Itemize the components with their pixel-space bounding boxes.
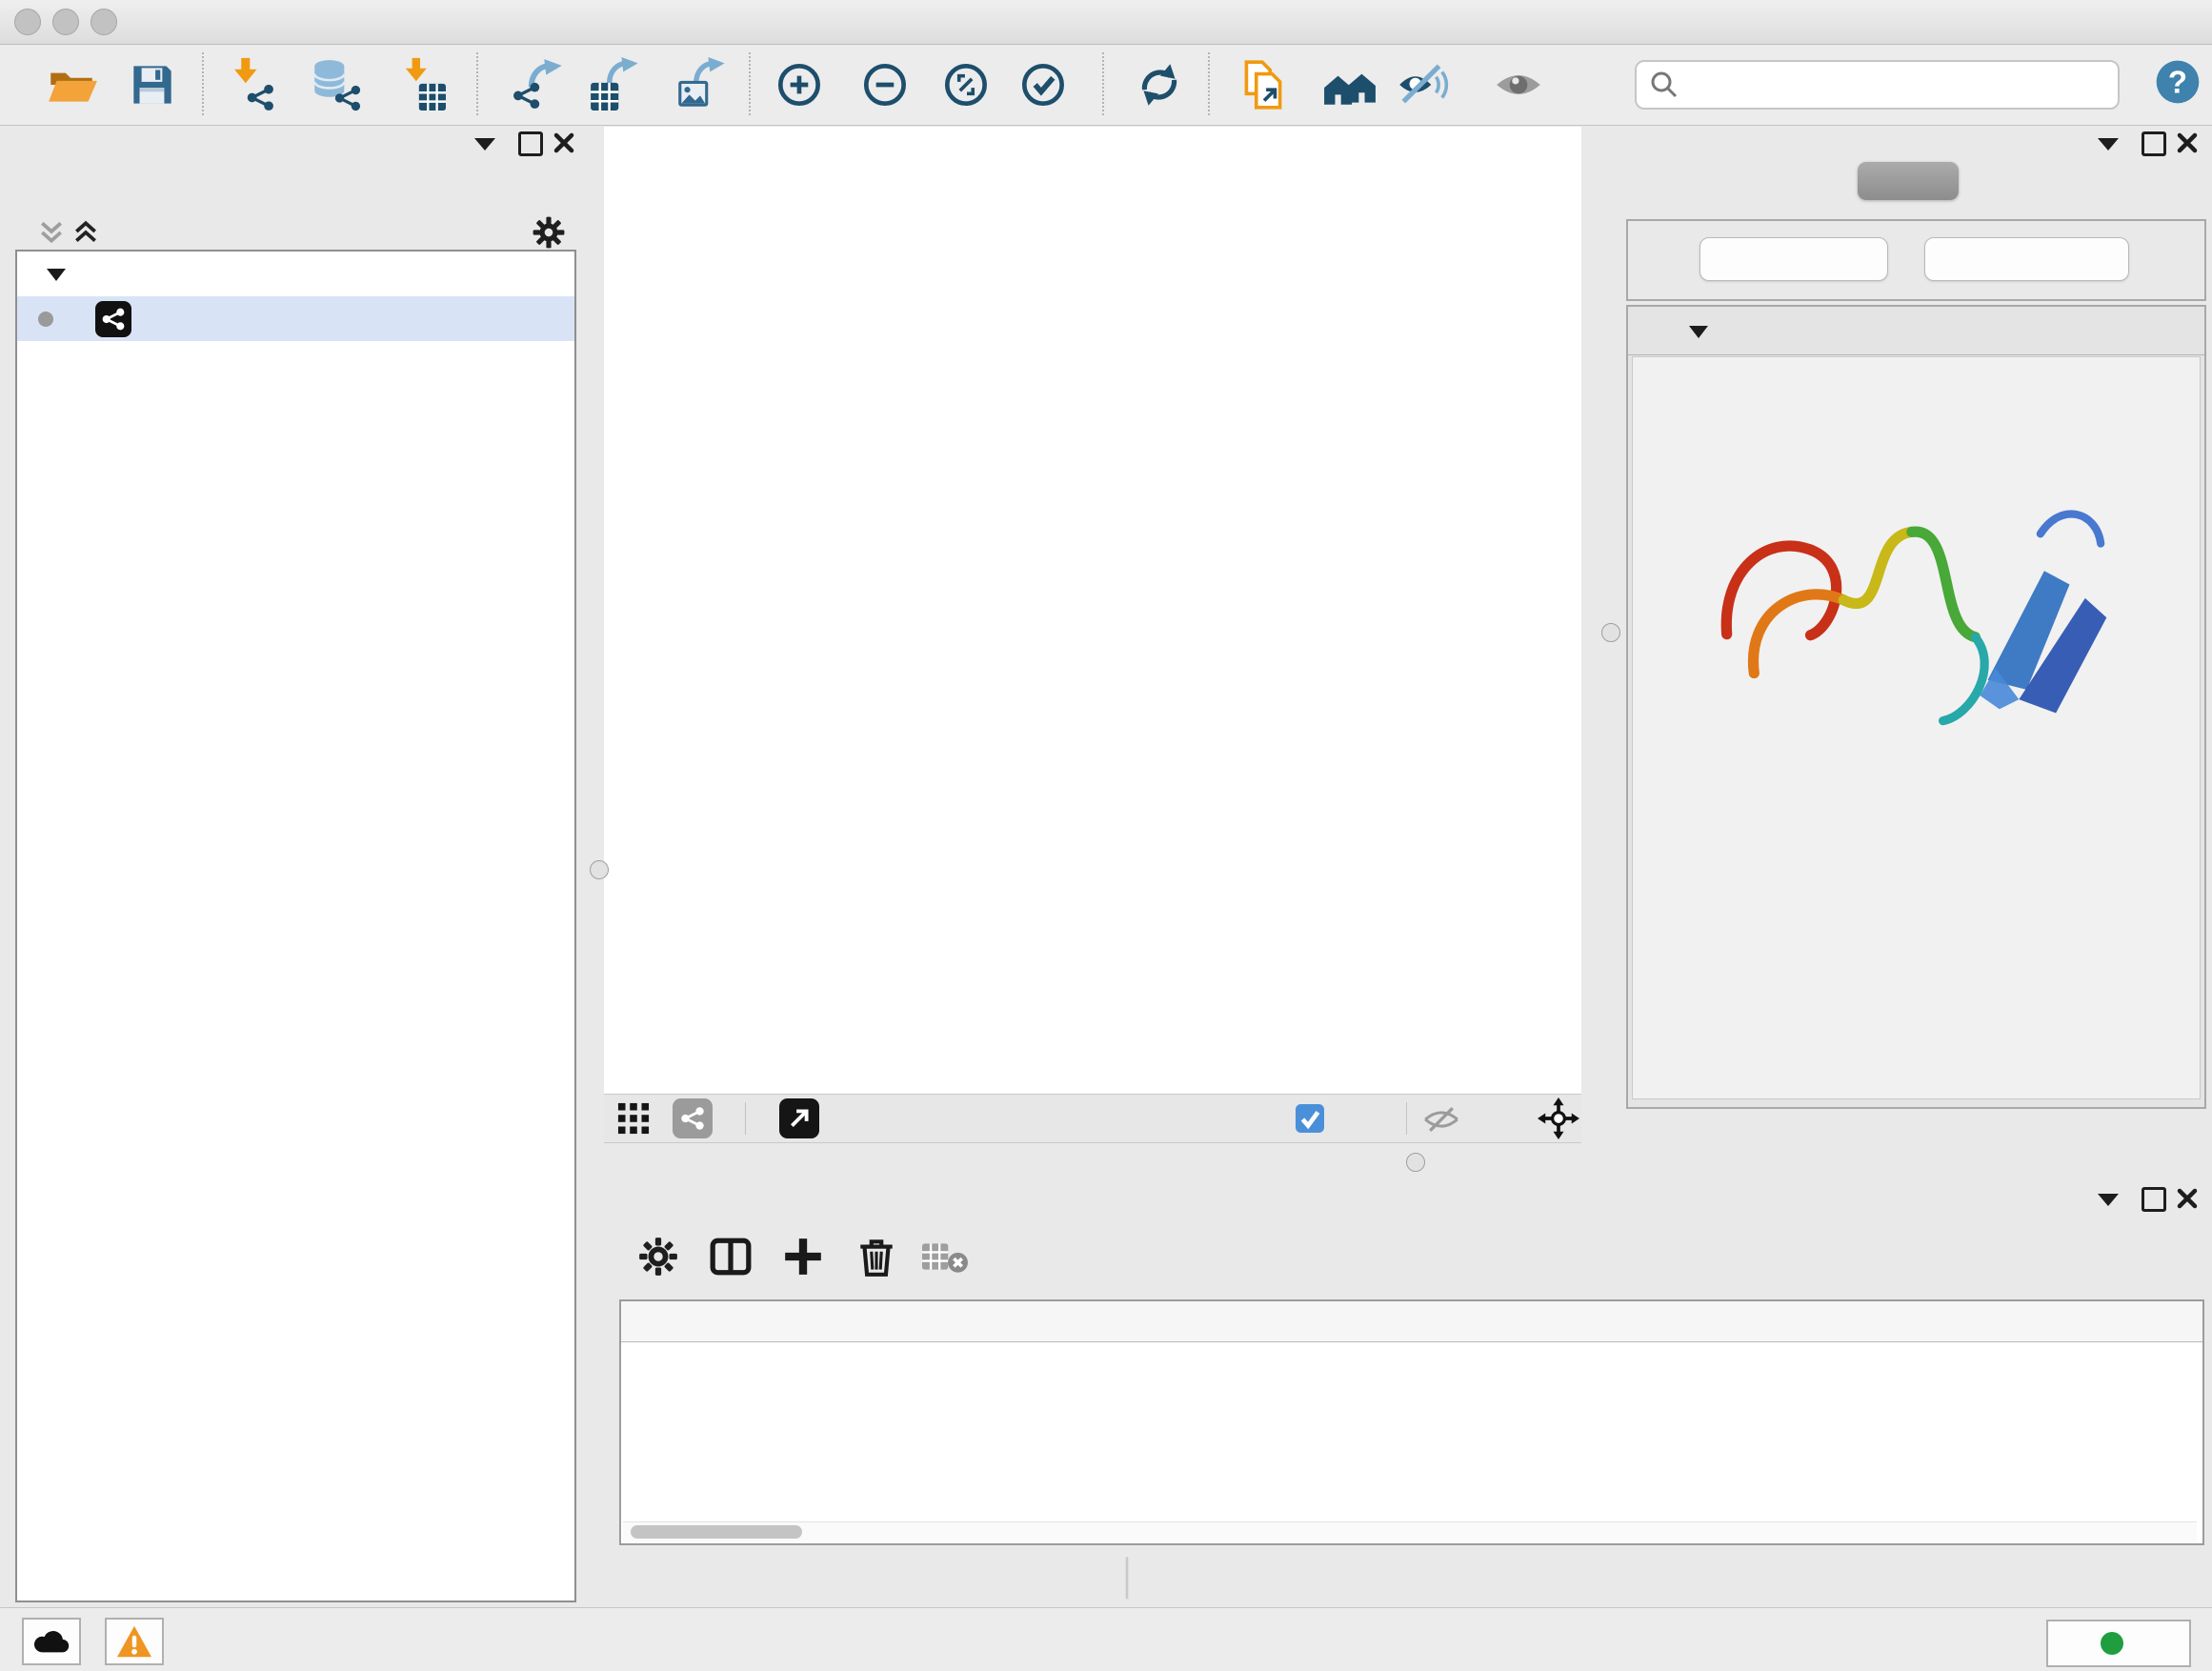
delete-table-icon[interactable]: [919, 1235, 969, 1278]
tree-expand-icon[interactable]: [46, 266, 67, 283]
cloud-icon: [31, 1626, 71, 1657]
network-tree-child-row[interactable]: [17, 296, 574, 341]
help-icon[interactable]: ?: [2154, 58, 2202, 106]
hide-graphics-details-icon[interactable]: [1395, 57, 1450, 112]
toolbar-separator: [745, 1102, 746, 1135]
gene-section-header[interactable]: [1628, 307, 2204, 355]
export-network-icon[interactable]: [510, 57, 565, 112]
window-zoom-button[interactable]: [90, 9, 117, 35]
panel-float-icon[interactable]: [2142, 1187, 2166, 1212]
cloud-button[interactable]: [22, 1618, 81, 1665]
network-view-icon[interactable]: [673, 1098, 713, 1138]
warnings-button[interactable]: [105, 1618, 164, 1665]
protein-structure-image: [1698, 424, 2136, 786]
import-table-file-icon[interactable]: [393, 57, 449, 112]
splitter-handle-left[interactable]: [590, 860, 609, 879]
export-table-icon[interactable]: [586, 57, 641, 112]
collapse-all-icon[interactable]: [38, 219, 65, 246]
expand-all-button[interactable]: [1699, 237, 1888, 281]
horizontal-scrollbar[interactable]: [623, 1521, 2197, 1541]
svg-text:?: ?: [2168, 65, 2187, 100]
selected-checkbox-icon[interactable]: [1296, 1104, 1324, 1133]
network-tree: [15, 250, 576, 1602]
panel-close-icon[interactable]: [553, 131, 575, 154]
save-session-icon[interactable]: [125, 57, 180, 112]
zoom-in-icon[interactable]: [773, 57, 828, 112]
gene-details: [1632, 356, 2201, 1099]
section-collapse-icon[interactable]: [1687, 323, 1710, 340]
open-in-new-window-icon[interactable]: [779, 1098, 819, 1138]
node-table: [619, 1299, 2204, 1545]
panel-float-icon[interactable]: [2142, 131, 2166, 156]
panel-menu-icon[interactable]: [474, 138, 495, 151]
window-minimize-button[interactable]: [52, 9, 79, 35]
memory-button[interactable]: [2046, 1620, 2191, 1667]
tab-string[interactable]: [1858, 162, 1959, 200]
window-close-button[interactable]: [14, 9, 41, 35]
splitter-handle-right[interactable]: [1601, 623, 1620, 642]
expand-all-icon[interactable]: [72, 219, 99, 246]
results-section-box: [1626, 305, 2206, 1109]
scrollbar-thumb[interactable]: [631, 1525, 802, 1539]
toolbar-separator: [1406, 1102, 1407, 1135]
export-image-icon[interactable]: [673, 57, 728, 112]
panel-float-icon[interactable]: [518, 131, 543, 156]
network-graph[interactable]: [604, 127, 1581, 1094]
network-type-icon: [95, 301, 131, 337]
toolbar-separator: [1102, 52, 1104, 115]
collapse-all-button[interactable]: [1924, 237, 2129, 281]
zoom-out-icon[interactable]: [858, 57, 914, 112]
panel-menu-icon[interactable]: [2098, 1194, 2119, 1206]
splitter-handle-bottom[interactable]: [1406, 1153, 1425, 1172]
memory-status-dot: [2101, 1632, 2123, 1655]
refresh-icon[interactable]: [1132, 57, 1187, 112]
title-bar: [0, 0, 2212, 45]
toolbar-separator: [1208, 52, 1210, 115]
add-column-icon[interactable]: [781, 1235, 825, 1278]
panel-close-icon[interactable]: [2176, 1187, 2199, 1210]
network-canvas[interactable]: [604, 127, 1581, 1094]
control-panel: [4, 127, 589, 1608]
warning-icon: [115, 1624, 153, 1659]
toolbar-separator: [749, 52, 751, 115]
panel-close-icon[interactable]: [2176, 131, 2199, 154]
open-file-icon[interactable]: [44, 57, 99, 112]
panel-menu-icon[interactable]: [2098, 138, 2119, 151]
search-input[interactable]: [1688, 66, 2101, 102]
status-bar: [0, 1607, 2212, 1671]
import-network-file-icon[interactable]: [224, 57, 279, 112]
clone-network-icon[interactable]: [1236, 57, 1291, 112]
grid-view-icon[interactable]: [617, 1102, 650, 1135]
zoom-selected-icon[interactable]: [1016, 57, 1072, 112]
show-column-icon[interactable]: [709, 1235, 753, 1278]
toolbar-separator: [476, 52, 478, 115]
show-graphics-details-icon[interactable]: [1491, 57, 1546, 112]
zoom-fit-icon[interactable]: [939, 57, 995, 112]
gear-icon[interactable]: [531, 214, 567, 251]
toolbar-separator: [202, 52, 204, 115]
main-toolbar: ?: [0, 45, 2212, 126]
import-network-database-icon[interactable]: [308, 57, 363, 112]
delete-column-icon[interactable]: [855, 1235, 898, 1278]
search-icon: [1650, 70, 1679, 99]
search-box[interactable]: [1635, 60, 2120, 110]
table-tabs: [1126, 1557, 1128, 1599]
table-header-row: [621, 1301, 2202, 1342]
network-view-toolbar: [604, 1094, 1581, 1143]
table-settings-gear-icon[interactable]: [636, 1235, 680, 1278]
network-tree-root-row[interactable]: [17, 252, 574, 296]
home-icon[interactable]: [1322, 57, 1377, 112]
network-status-dot: [38, 312, 53, 327]
cytoscape-window: ?: [0, 0, 2212, 1671]
pan-crosshair-icon[interactable]: [1538, 1097, 1579, 1139]
hidden-eye-icon[interactable]: [1421, 1104, 1461, 1135]
results-controls-box: [1626, 219, 2206, 301]
